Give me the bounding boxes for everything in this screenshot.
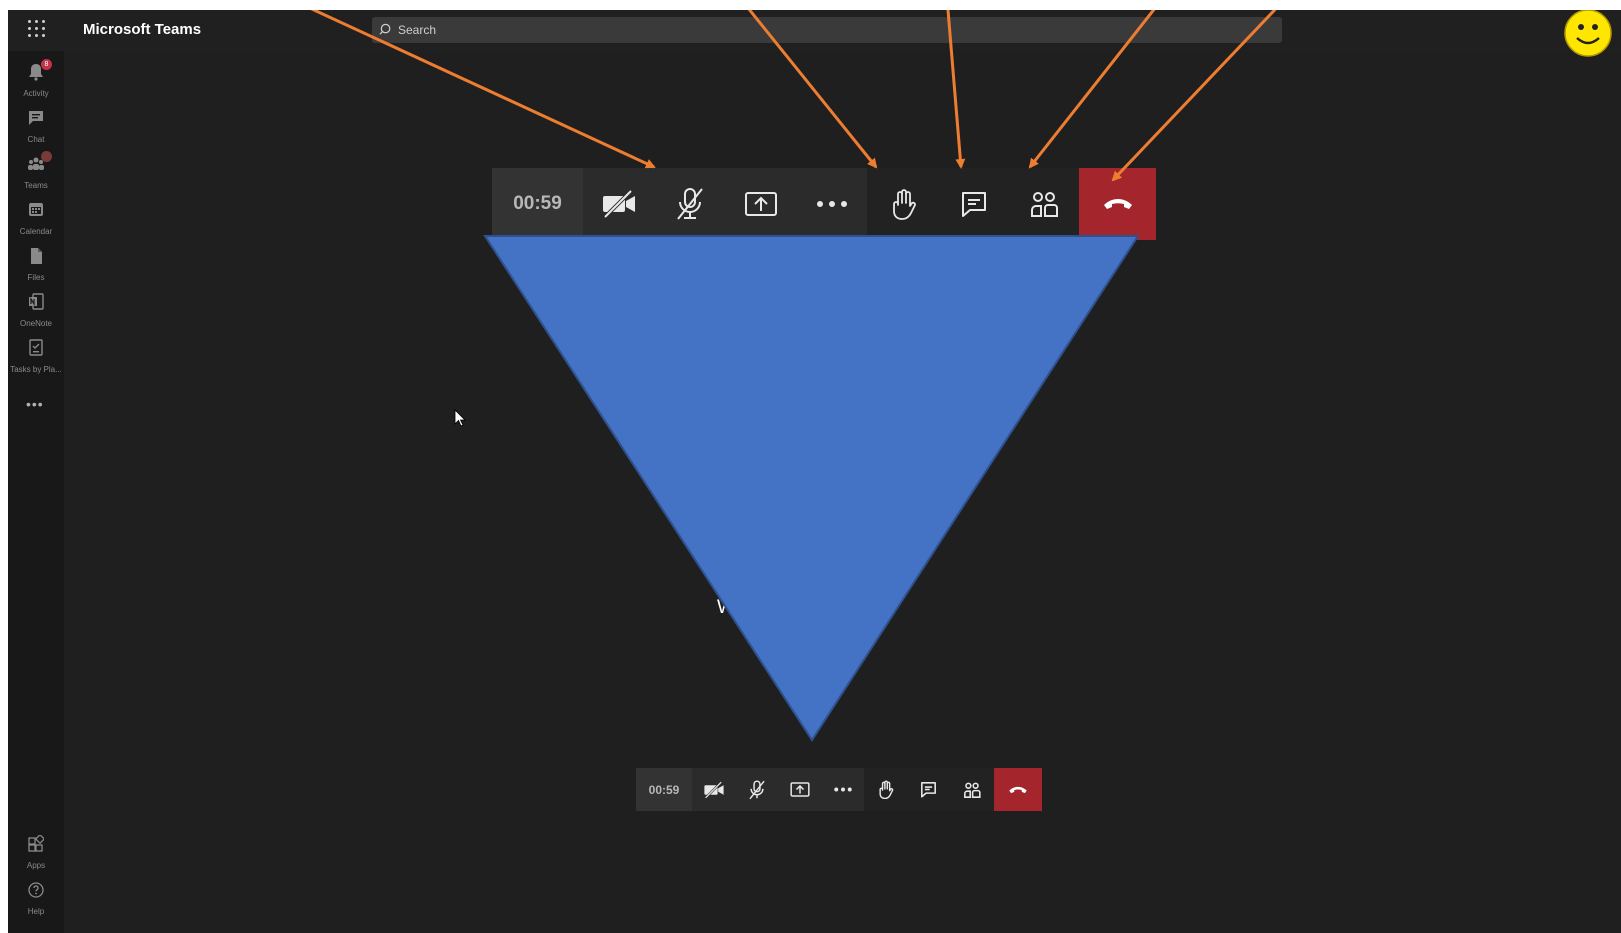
raise-hand-button[interactable]	[864, 768, 907, 811]
chat-icon	[29, 111, 43, 125]
more-icon	[833, 787, 852, 792]
participants-button[interactable]	[1009, 168, 1079, 240]
mic-off-icon	[676, 188, 703, 220]
sidebar-item-label: Activity	[23, 89, 49, 98]
sidebar-item-onenote[interactable]: OneNote	[8, 291, 64, 333]
hang-up-button[interactable]	[1079, 168, 1156, 240]
raise-hand-icon	[879, 780, 894, 799]
files-icon	[31, 248, 42, 264]
sidebar-item-activity[interactable]: 8 Activity	[8, 59, 64, 103]
sidebar-item-label: Files	[27, 273, 45, 282]
hang-up-icon	[1103, 199, 1132, 209]
title-bar: Microsoft Teams Search	[8, 10, 1621, 51]
app-rail: 8 Activity Chat Teams Calendar Files One…	[8, 51, 64, 933]
onenote-icon	[29, 293, 44, 310]
participants-icon	[1031, 192, 1058, 217]
sidebar-item-help[interactable]: Help	[8, 879, 64, 921]
sidebar-item-tasks[interactable]: Tasks by Pla...	[8, 337, 64, 379]
sidebar-item-apps[interactable]: Apps	[8, 833, 64, 875]
app-launcher-icon[interactable]	[28, 20, 46, 38]
sidebar-item-chat[interactable]: Chat	[8, 107, 64, 149]
search-input[interactable]: Search	[372, 17, 1282, 43]
smiley-face-icon	[1564, 10, 1612, 57]
sidebar-item-label: Apps	[26, 861, 46, 870]
sidebar-item-teams[interactable]: Teams	[8, 151, 64, 195]
more-icon	[816, 201, 847, 207]
mouse-cursor-icon	[454, 409, 466, 427]
camera-off-icon	[703, 780, 724, 799]
camera-toggle-button[interactable]	[692, 768, 735, 811]
activity-badge: 8	[41, 59, 52, 70]
participants-icon	[964, 782, 981, 798]
sidebar-item-files[interactable]: Files	[8, 245, 64, 287]
call-timer: 00:59	[492, 168, 583, 240]
raise-hand-button[interactable]	[867, 168, 938, 240]
meeting-stage: W join... 00:59 00:59	[64, 51, 1621, 933]
sidebar-item-label: Teams	[24, 181, 48, 190]
sidebar-item-label: Calendar	[19, 227, 53, 236]
apps-icon	[28, 835, 44, 852]
search-icon	[379, 23, 391, 35]
tasks-icon	[29, 339, 43, 356]
hang-up-icon	[1009, 786, 1027, 793]
chat-button[interactable]	[938, 168, 1009, 240]
share-screen-button[interactable]	[725, 168, 796, 240]
share-screen-icon	[789, 782, 810, 797]
search-placeholder: Search	[398, 23, 437, 37]
chat-icon	[961, 192, 986, 217]
mic-off-icon	[748, 779, 765, 799]
mic-toggle-button[interactable]	[735, 768, 778, 811]
teams-badge	[41, 151, 52, 162]
share-screen-button[interactable]	[778, 768, 821, 811]
call-controls: 00:59	[636, 768, 1042, 811]
chat-icon	[921, 782, 936, 798]
sidebar-item-calendar[interactable]: Calendar	[8, 199, 64, 241]
camera-off-icon	[602, 189, 635, 219]
calendar-icon	[29, 203, 43, 216]
mic-toggle-button[interactable]	[654, 168, 725, 240]
sidebar-item-label: OneNote	[19, 319, 53, 328]
sidebar-item-label: Tasks by Pla...	[10, 365, 62, 374]
more-actions-button[interactable]	[821, 768, 864, 811]
participants-button[interactable]	[950, 768, 994, 811]
help-icon	[28, 882, 44, 898]
call-timer: 00:59	[636, 768, 692, 811]
sidebar-item-label: Help	[27, 907, 45, 916]
waiting-message: W join...	[717, 597, 897, 618]
more-apps-icon[interactable]: •••	[26, 396, 44, 412]
raise-hand-icon	[892, 189, 916, 220]
share-screen-icon	[744, 192, 777, 216]
hang-up-button[interactable]	[994, 768, 1042, 811]
sidebar-item-label: Chat	[27, 135, 45, 144]
teams-window: Microsoft Teams Search 8 Activity Chat T…	[8, 10, 1621, 933]
app-title: Microsoft Teams	[83, 21, 202, 38]
more-actions-button[interactable]	[796, 168, 867, 240]
camera-toggle-button[interactable]	[583, 168, 654, 240]
chat-button[interactable]	[907, 768, 950, 811]
call-controls-large: 00:59	[492, 168, 1156, 240]
